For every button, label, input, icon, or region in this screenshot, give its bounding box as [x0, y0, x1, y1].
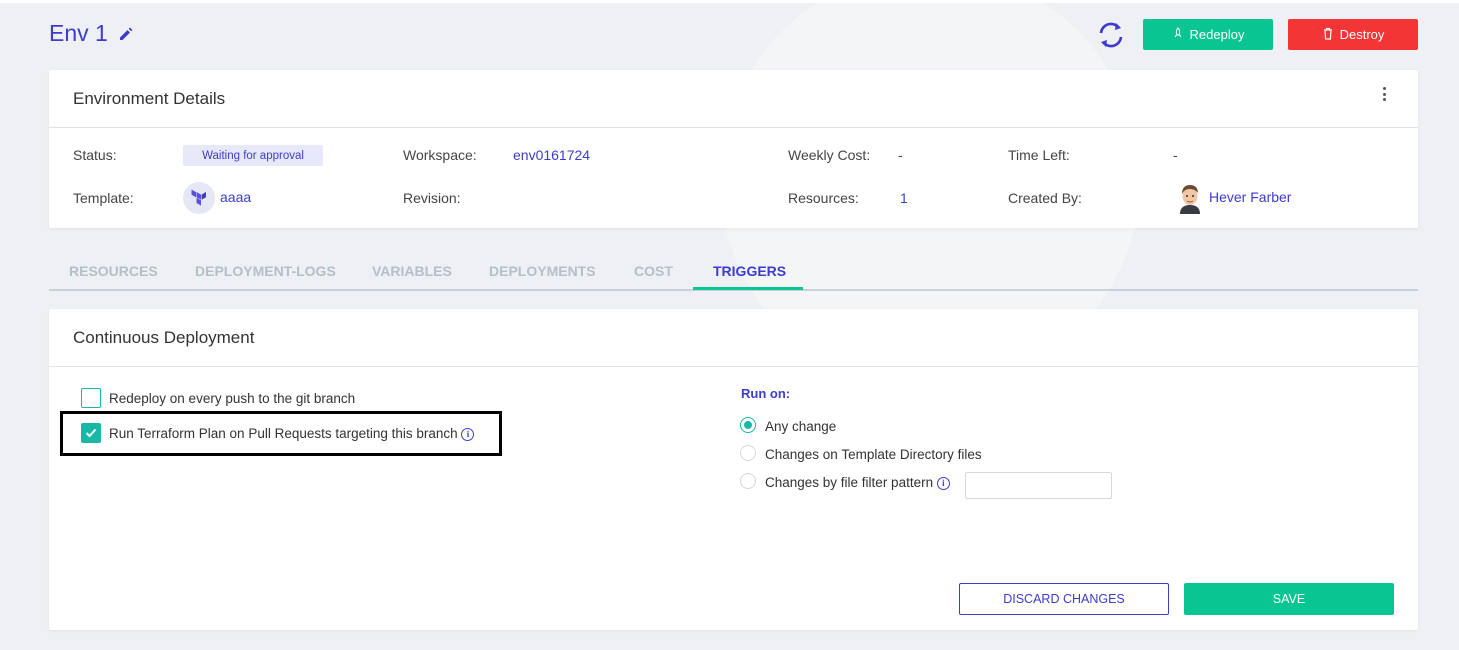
radio-file-filter[interactable] [740, 473, 756, 489]
run-on-label: Run on: [741, 386, 791, 401]
page-title: Env 1 [49, 20, 108, 46]
refresh-icon[interactable] [1094, 18, 1128, 52]
destroy-label: Destroy [1339, 27, 1385, 42]
radio-any-change-label: Any change [765, 419, 837, 434]
created-by-link[interactable]: Hever Farber [1209, 189, 1291, 205]
workspace-label: Workspace: [403, 147, 477, 163]
save-button[interactable]: SAVE [1184, 583, 1394, 615]
more-options-icon[interactable] [1376, 84, 1392, 104]
redeploy-on-push-label: Redeploy on every push to the git branch [109, 391, 356, 406]
redeploy-button[interactable]: Redeploy [1143, 19, 1273, 50]
template-label: Template: [73, 190, 134, 206]
plan-on-pr-checkbox[interactable] [81, 423, 101, 443]
resources-value[interactable]: 1 [900, 190, 908, 206]
details-title: Environment Details [73, 88, 226, 108]
weekly-cost-value: - [898, 147, 903, 163]
rocket-icon [1172, 27, 1184, 42]
resources-label: Resources: [788, 190, 859, 206]
tab-cost[interactable]: COST [634, 263, 673, 279]
radio-file-filter-label-group: Changes by file filter pattern i [765, 475, 950, 490]
top-border [0, 0, 1459, 3]
env-title-area: Env 1 [49, 20, 134, 47]
info-icon[interactable]: i [461, 427, 475, 441]
destroy-button[interactable]: Destroy [1288, 19, 1418, 50]
edit-icon[interactable] [118, 26, 134, 42]
time-left-value: - [1173, 147, 1178, 163]
radio-any-change[interactable] [740, 417, 756, 433]
tab-deployments[interactable]: DEPLOYMENTS [489, 263, 596, 279]
continuous-deployment-card: Continuous Deployment Redeploy on every … [49, 309, 1418, 630]
plan-on-pr-label-group: Run Terraform Plan on Pull Requests targ… [109, 426, 475, 441]
tab-resources[interactable]: RESOURCES [69, 263, 158, 279]
status-label: Status: [73, 147, 117, 163]
active-tab-indicator [693, 287, 803, 290]
created-by-label: Created By: [1008, 190, 1082, 206]
revision-label: Revision: [403, 190, 461, 206]
redeploy-label: Redeploy [1189, 27, 1245, 42]
plan-on-pr-label: Run Terraform Plan on Pull Requests targ… [109, 426, 458, 441]
radio-template-directory[interactable] [740, 445, 756, 461]
template-link[interactable]: aaaa [220, 189, 251, 205]
details-header: Environment Details [49, 70, 1418, 128]
radio-file-filter-label: Changes by file filter pattern [765, 475, 934, 490]
tab-triggers[interactable]: TRIGGERS [713, 263, 786, 279]
cd-header: Continuous Deployment [49, 309, 1418, 367]
tab-deployment-logs[interactable]: DEPLOYMENT-LOGS [195, 263, 336, 279]
workspace-value: env0161724 [513, 147, 591, 163]
status-badge: Waiting for approval [183, 145, 323, 166]
radio-template-directory-label: Changes on Template Directory files [765, 447, 982, 462]
time-left-label: Time Left: [1008, 147, 1070, 163]
tab-variables[interactable]: VARIABLES [372, 263, 452, 279]
environment-details-card: Environment Details Status: Waiting for … [49, 70, 1418, 228]
file-filter-pattern-input[interactable] [965, 472, 1112, 499]
weekly-cost-label: Weekly Cost: [788, 147, 871, 163]
redeploy-on-push-checkbox[interactable] [81, 388, 101, 408]
cd-title: Continuous Deployment [73, 327, 255, 347]
info-icon[interactable]: i [936, 476, 950, 490]
avatar [1175, 182, 1205, 214]
terraform-icon [183, 182, 215, 214]
tab-bar: RESOURCES DEPLOYMENT-LOGS VARIABLES DEPL… [49, 258, 1418, 291]
trash-icon [1322, 27, 1334, 43]
discard-changes-button[interactable]: DISCARD CHANGES [959, 583, 1169, 615]
